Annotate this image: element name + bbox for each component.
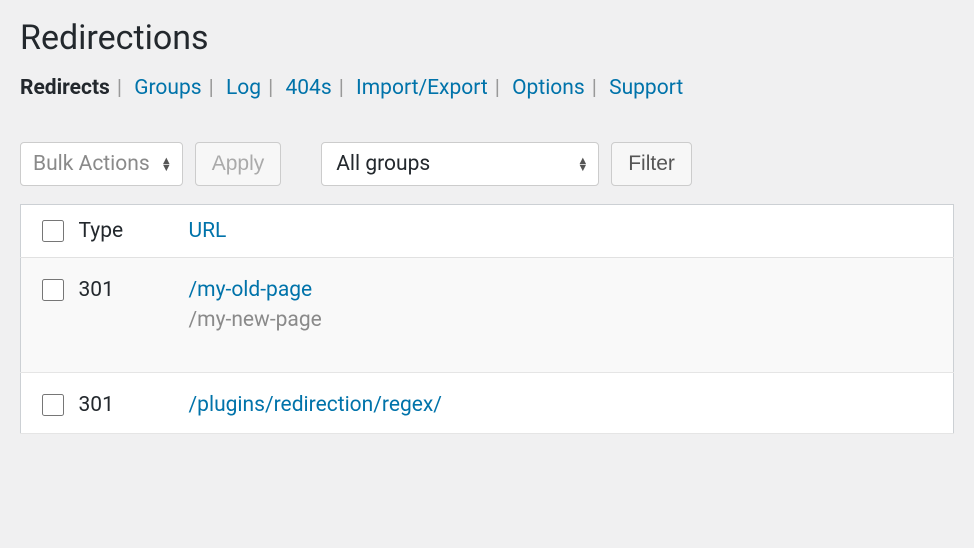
header-checkbox-cell <box>21 205 67 258</box>
tab-support[interactable]: Support <box>609 76 683 100</box>
row-type: 301 <box>67 373 177 434</box>
apply-button[interactable]: Apply <box>195 142 282 186</box>
filter-button[interactable]: Filter <box>611 142 692 186</box>
table-row: 301 /my-old-page /my-new-page <box>21 258 954 373</box>
bulk-actions-select[interactable]: Bulk Actions ▲▼ <box>20 142 183 186</box>
row-url-cell: /plugins/redirection/regex/ <box>177 373 954 434</box>
source-url-link[interactable]: /my-old-page <box>189 278 942 302</box>
chevron-updown-icon: ▲▼ <box>577 157 588 171</box>
row-url-cell: /my-old-page /my-new-page <box>177 258 954 373</box>
group-filter-label: All groups <box>336 152 430 176</box>
tab-log[interactable]: Log <box>226 76 261 100</box>
group-filter-select[interactable]: All groups ▲▼ <box>321 142 599 186</box>
bulk-actions-label: Bulk Actions <box>33 152 150 176</box>
tab-import-export[interactable]: Import/Export <box>356 76 488 100</box>
row-checkbox-cell <box>21 258 67 373</box>
separator: | <box>585 76 604 100</box>
chevron-updown-icon: ▲▼ <box>161 157 172 171</box>
source-url-link[interactable]: /plugins/redirection/regex/ <box>189 393 942 417</box>
separator: | <box>110 76 129 100</box>
target-url: /my-new-page <box>189 308 942 332</box>
header-type: Type <box>67 205 177 258</box>
row-type: 301 <box>67 258 177 373</box>
table-controls: Bulk Actions ▲▼ Apply All groups ▲▼ Filt… <box>20 142 954 186</box>
tab-options[interactable]: Options <box>512 76 585 100</box>
table-row: 301 /plugins/redirection/regex/ <box>21 373 954 434</box>
row-checkbox-cell <box>21 373 67 434</box>
separator: | <box>261 76 280 100</box>
row-checkbox[interactable] <box>42 394 64 416</box>
page-title: Redirections <box>20 18 954 58</box>
tab-redirects[interactable]: Redirects <box>20 76 110 100</box>
row-checkbox[interactable] <box>42 279 64 301</box>
subnav-tabs: Redirects| Groups| Log| 404s| Import/Exp… <box>20 76 954 100</box>
redirects-table: Type URL 301 /my-old-page /my-new-page 3… <box>20 204 954 434</box>
separator: | <box>202 76 221 100</box>
tab-groups[interactable]: Groups <box>134 76 201 100</box>
select-all-checkbox[interactable] <box>42 220 64 242</box>
header-url[interactable]: URL <box>177 205 954 258</box>
tab-404s[interactable]: 404s <box>285 76 331 100</box>
separator: | <box>488 76 507 100</box>
separator: | <box>332 76 351 100</box>
